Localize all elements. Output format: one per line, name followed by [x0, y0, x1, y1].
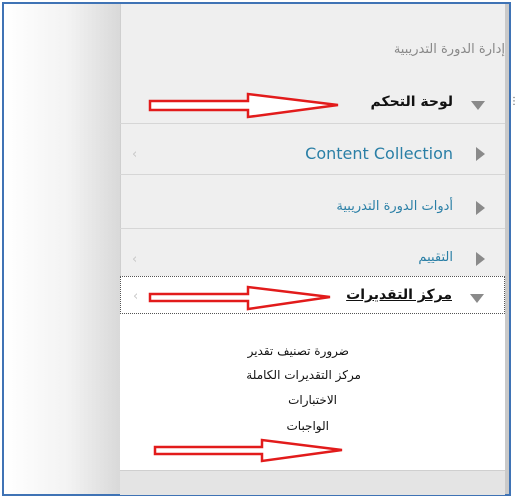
expand-down-icon[interactable] — [470, 294, 484, 303]
menu-item-label: مركز التقديرات — [346, 287, 452, 303]
scrollbar-strip — [505, 4, 509, 494]
panel-resize-grip[interactable]: ⋮ — [509, 96, 517, 107]
expand-down-icon[interactable] — [471, 101, 485, 110]
submenu-item-needs-grading[interactable]: ضرورة تصنيف تقدير — [248, 344, 349, 358]
panel-footer — [120, 470, 505, 495]
expand-right-icon[interactable] — [476, 147, 485, 161]
menu-item-evaluation[interactable]: ‹ التقييم — [120, 240, 505, 280]
chevron-left-icon: ‹ — [132, 147, 138, 162]
menu-item-label: لوحة التحكم — [370, 94, 453, 110]
menu-item-control-panel[interactable]: لوحة التحكم — [120, 84, 505, 124]
grade-center-submenu: ضرورة تصنيف تقدير مركز التقديرات الكاملة… — [120, 314, 505, 470]
submenu-item-tests[interactable]: الاختبارات — [288, 393, 337, 407]
course-management-title: إدارة الدورة التدريبية — [393, 42, 505, 57]
menu-item-course-tools[interactable]: أدوات الدورة التدريبية — [120, 189, 505, 229]
menu-item-content-collection[interactable]: ‹ Content Collection — [120, 135, 505, 175]
submenu-item-assignments[interactable]: الواجبات — [286, 419, 329, 433]
expand-right-icon[interactable] — [476, 252, 485, 266]
page-background — [4, 4, 120, 494]
expand-right-icon[interactable] — [476, 201, 485, 215]
menu-item-label: Content Collection — [305, 144, 453, 163]
chevron-left-icon: ‹ — [132, 252, 138, 267]
menu-item-grade-center[interactable]: ‹ مركز التقديرات — [120, 276, 505, 314]
menu-item-label: أدوات الدورة التدريبية — [336, 199, 453, 214]
menu-item-label: التقييم — [418, 250, 453, 265]
submenu-item-full-grade-center[interactable]: مركز التقديرات الكاملة — [246, 368, 361, 382]
chevron-left-icon: ‹ — [133, 289, 139, 304]
